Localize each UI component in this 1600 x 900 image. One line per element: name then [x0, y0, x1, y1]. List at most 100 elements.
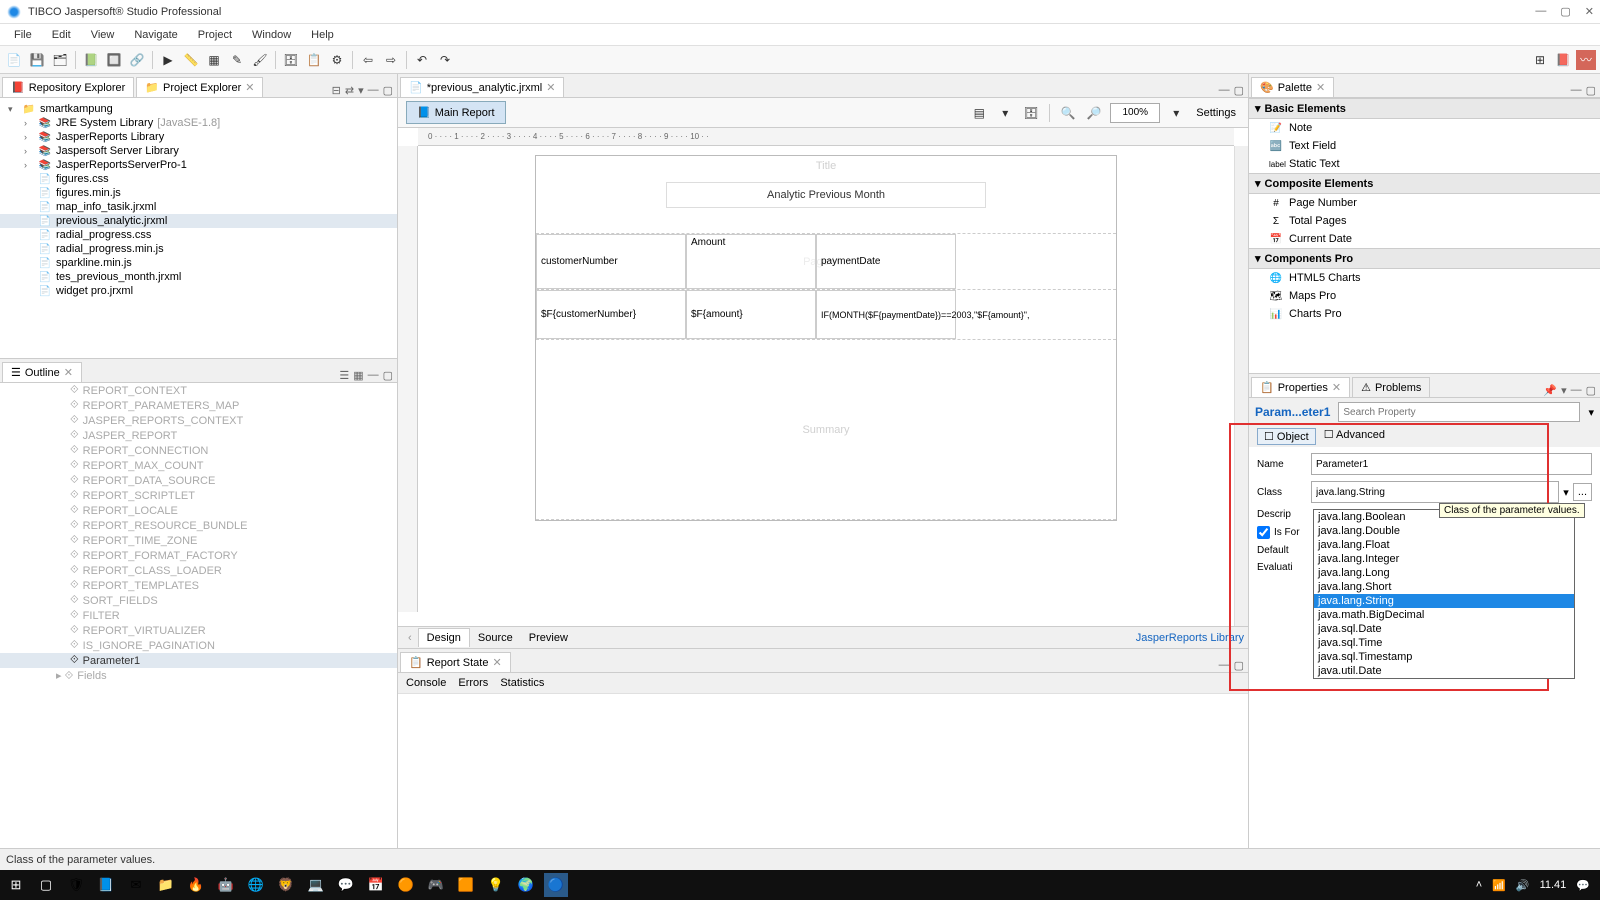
tree-item[interactable]: 📄previous_analytic.jrxml [0, 214, 397, 228]
forward-icon[interactable]: ⇨ [381, 50, 401, 70]
tree-item[interactable]: 📄radial_progress.min.js [0, 242, 397, 256]
new-icon[interactable]: 📄 [4, 50, 24, 70]
report-title-text[interactable]: Analytic Previous Month [666, 182, 986, 208]
design-canvas[interactable]: 0 · · · · 1 · · · · 2 · · · · 3 · · · · … [398, 128, 1248, 626]
wifi-icon[interactable]: 📶 [1492, 879, 1506, 892]
outline-item[interactable]: ⟐REPORT_VIRTUALIZER [0, 623, 397, 638]
palette-item-totalpages[interactable]: ΣTotal Pages [1249, 212, 1600, 230]
outline-item[interactable]: ⟐REPORT_CONNECTION [0, 443, 397, 458]
advanced-subtab[interactable]: ☐ Advanced [1324, 428, 1385, 445]
back-icon[interactable]: ⇦ [358, 50, 378, 70]
outline-item[interactable]: ⟐REPORT_LOCALE [0, 503, 397, 518]
tray-chevron-icon[interactable]: ˄ [1476, 879, 1482, 891]
max-icon[interactable]: ▢ [1586, 84, 1596, 97]
taskbar-app[interactable]: 🌐 [244, 873, 268, 897]
view-menu-icon[interactable]: ▾ [358, 84, 364, 97]
tree-item[interactable]: ›📚JasperReports Library [0, 130, 397, 144]
view-menu-icon[interactable]: ▾ [1561, 384, 1567, 397]
tree-item[interactable]: 📄sparkline.min.js [0, 256, 397, 270]
dropdown-option[interactable]: java.lang.String [1314, 594, 1574, 608]
dropdown-option[interactable]: java.lang.Integer [1314, 552, 1574, 566]
tree-item[interactable]: 📄figures.min.js [0, 186, 397, 200]
outline-item[interactable]: ⟐REPORT_FORMAT_FACTORY [0, 548, 397, 563]
taskbar-app[interactable]: 🌍 [514, 873, 538, 897]
palette-item-html5charts[interactable]: 🌐HTML5 Charts [1249, 269, 1600, 287]
palette-item-statictext[interactable]: labelStatic Text [1249, 155, 1600, 173]
dropdown-option[interactable]: java.math.BigDecimal [1314, 608, 1574, 622]
toggle-icon[interactable]: 🔲 [104, 50, 124, 70]
close-icon[interactable]: ✕ [64, 366, 73, 379]
problems-tab[interactable]: ⚠ Problems [1352, 377, 1430, 397]
scrollbar-v[interactable] [1234, 146, 1248, 626]
maximize-btn[interactable]: ▢ [1560, 5, 1570, 18]
main-report-tab[interactable]: 📘 Main Report [406, 101, 506, 124]
dropdown-option[interactable]: java.lang.Float [1314, 538, 1574, 552]
dropdown-option[interactable]: java.util.Date [1314, 664, 1574, 678]
start-button[interactable]: ⊞ [4, 873, 28, 897]
dropdown-option[interactable]: java.sql.Time [1314, 636, 1574, 650]
minimize-btn[interactable]: — [1535, 5, 1546, 18]
col-header-amount[interactable]: Amount [686, 234, 816, 289]
run-icon[interactable]: ▶ [158, 50, 178, 70]
repo-explorer-tab[interactable]: 📕 Repository Explorer [2, 77, 134, 97]
perspective-1-icon[interactable]: ⊞ [1530, 50, 1550, 70]
taskbar-app[interactable]: 🔥 [184, 873, 208, 897]
palette-item-textfield[interactable]: 🔤Text Field [1249, 137, 1600, 155]
menu-edit[interactable]: Edit [44, 27, 79, 43]
outline-tab[interactable]: ☰ Outline ✕ [2, 362, 82, 382]
class-input[interactable] [1311, 481, 1559, 503]
close-icon[interactable]: ✕ [1332, 381, 1341, 394]
report-state-tab[interactable]: 📋 Report State ✕ [400, 652, 511, 672]
save-all-icon[interactable]: 🗂 [50, 50, 70, 70]
max-icon[interactable]: ▢ [1234, 659, 1244, 672]
palette-cat-composite[interactable]: ▾Composite Elements [1249, 173, 1600, 194]
errors-tab[interactable]: Errors [458, 677, 488, 689]
zoom-in-icon[interactable]: 🔍 [1058, 103, 1078, 123]
palette-cat-basic[interactable]: ▾Basic Elements [1249, 98, 1600, 119]
more-button[interactable]: ... [1573, 483, 1592, 501]
close-icon[interactable]: ✕ [546, 81, 555, 94]
taskbar-app[interactable]: 🎮 [424, 873, 448, 897]
outline-item[interactable]: ⟐REPORT_TEMPLATES [0, 578, 397, 593]
gear-icon[interactable]: ⚙ [327, 50, 347, 70]
outline-item[interactable]: ⟐JASPER_REPORTS_CONTEXT [0, 413, 397, 428]
min-icon[interactable]: — [368, 369, 379, 382]
menu-navigate[interactable]: Navigate [126, 27, 185, 43]
scroll-left-icon[interactable]: ‹ [402, 632, 418, 644]
chevron-down-icon[interactable]: ▾ [1563, 486, 1569, 499]
name-input[interactable] [1311, 453, 1592, 475]
windows-taskbar[interactable]: ⊞ ▢ 🛡 📘 ✉ 📁 🔥 🤖 🌐 🦁 💻 💬 📅 🟠 🎮 🟧 💡 🌍 🔵 ˄ … [0, 870, 1600, 900]
close-icon[interactable]: ✕ [245, 81, 254, 94]
field-amount[interactable]: $F{amount} [686, 290, 816, 339]
palette-item-currentdate[interactable]: 📅Current Date [1249, 230, 1600, 248]
report-page-header-band[interactable]: Page H... customerNumber Amount paymentD… [536, 234, 1116, 290]
min-icon[interactable]: — [1571, 84, 1582, 97]
perspective-2-icon[interactable]: 📕 [1553, 50, 1573, 70]
outline-item[interactable]: ⟐REPORT_PARAMETERS_MAP [0, 398, 397, 413]
tree-item[interactable]: ›📚JasperReportsServerPro-1 [0, 158, 397, 172]
format-icon[interactable]: 📋 [304, 50, 324, 70]
menu-help[interactable]: Help [303, 27, 342, 43]
min-icon[interactable]: — [1219, 659, 1230, 672]
tree-item[interactable]: 📄radial_progress.css [0, 228, 397, 242]
max-icon[interactable]: ▢ [1234, 84, 1244, 97]
taskbar-app-active[interactable]: 🔵 [544, 873, 568, 897]
outline-item[interactable]: ⟐FILTER [0, 608, 397, 623]
perspective-3-icon[interactable]: 〰 [1576, 50, 1596, 70]
col-header-customer[interactable]: customerNumber [536, 234, 686, 289]
preview-tab[interactable]: Preview [521, 629, 576, 647]
max-icon[interactable]: ▢ [1586, 384, 1596, 397]
taskbar-app[interactable]: 💬 [334, 873, 358, 897]
redo-icon[interactable]: ↷ [435, 50, 455, 70]
report-summary-band[interactable]: Summary [536, 340, 1116, 520]
report-title-band[interactable]: Title Analytic Previous Month [536, 156, 1116, 234]
taskbar-app[interactable]: 💡 [484, 873, 508, 897]
project-tree[interactable]: ▾📁smartkampung›📚JRE System Library [Java… [0, 98, 397, 358]
tree-item[interactable]: 📄map_info_tasik.jrxml [0, 200, 397, 214]
search-property-input[interactable] [1338, 402, 1580, 422]
volume-icon[interactable]: 🔊 [1516, 879, 1530, 892]
outline-item[interactable]: ▸ ⟐Fields [0, 668, 397, 684]
taskbar-app[interactable]: 💻 [304, 873, 328, 897]
edit-icon[interactable]: ✎ [227, 50, 247, 70]
console-tab[interactable]: Console [406, 677, 446, 689]
